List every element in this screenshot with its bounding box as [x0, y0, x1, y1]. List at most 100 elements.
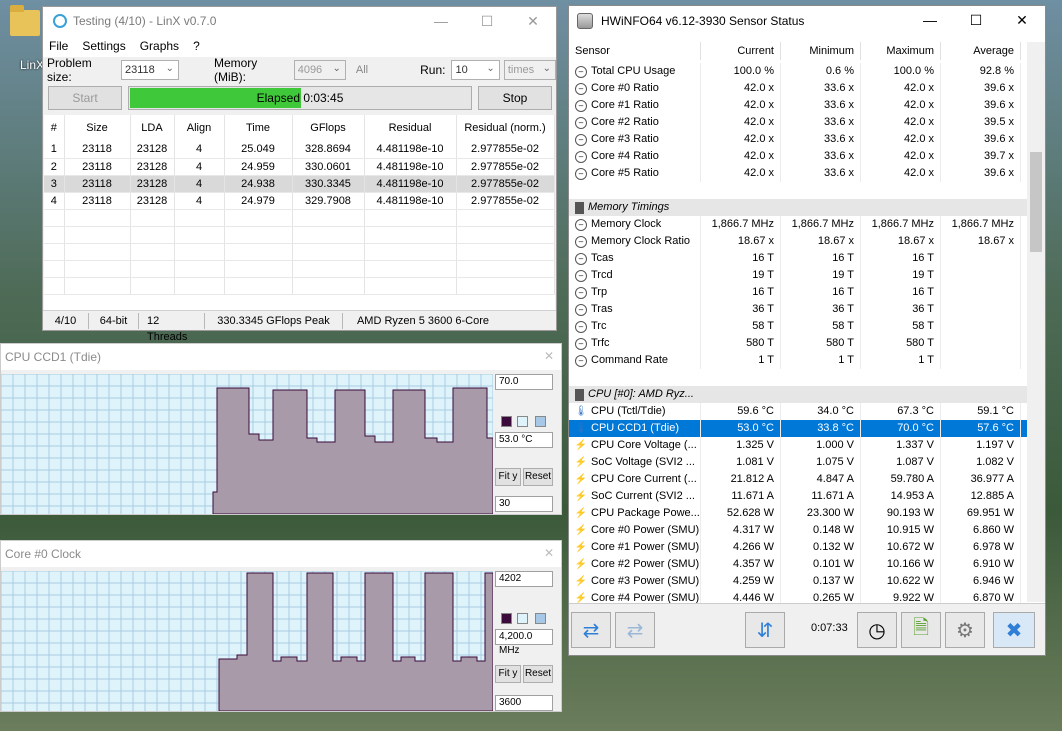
minimize-button[interactable]: — — [418, 7, 464, 35]
clock-icon[interactable]: ◷ — [857, 612, 897, 648]
gear-icon[interactable]: ⚙ — [945, 612, 985, 648]
sensor-row[interactable]: ⚡ Core #0 Power (SMU) 4.317 W 0.148 W 10.915… — [569, 522, 1027, 539]
sensor-row[interactable]: – Tcas 16 T 16 T 16 T — [569, 250, 1027, 267]
desktop-folder-icon[interactable]: LinX — [4, 5, 44, 72]
sensor-row[interactable]: ⚡ SoC Voltage (SVI2 ... 1.081 V 1.075 V 1.08… — [569, 454, 1027, 471]
background-color-swatch[interactable] — [517, 613, 528, 624]
sensor-row[interactable]: ⚡ Core #1 Power (SMU) 4.266 W 0.132 W 10.672… — [569, 539, 1027, 556]
sensor-row[interactable]: – Trp 16 T 16 T 16 T — [569, 284, 1027, 301]
graph-max-field[interactable]: 4202 — [495, 571, 553, 587]
table-row[interactable]: 4 23118 23128 4 24.979 329.7908 4.481198e-10 2.… — [44, 192, 555, 210]
sensor-row[interactable]: ⚡ CPU Core Current (... 21.812 A 4.847 A 59.… — [569, 471, 1027, 488]
table-row[interactable]: 3 23118 23128 4 24.938 330.3345 4.481198e-10 2.… — [44, 175, 555, 193]
close-icon[interactable]: ✖ — [993, 612, 1035, 648]
start-button[interactable]: Start — [48, 86, 122, 110]
sensor-row[interactable]: ⚡ CPU Package Powe... 52.628 W 23.300 W 90.1… — [569, 505, 1027, 522]
sensor-row[interactable]: ⚡ Core #3 Power (SMU) 4.259 W 0.137 W 10.622… — [569, 573, 1027, 590]
status-peak: 330.3345 GFlops Peak — [205, 312, 343, 329]
sensor-row[interactable]: – Memory Clock 1,866.7 MHz 1,866.7 MHz 1,866… — [569, 216, 1027, 233]
network-icon[interactable]: ⇵ — [745, 612, 785, 648]
sensor-row[interactable]: – Core #2 Ratio 42.0 x 33.6 x 42.0 x 39.5 x — [569, 114, 1027, 131]
memory-all-option[interactable]: All — [356, 64, 368, 76]
folder-icon — [10, 5, 40, 36]
col-align[interactable]: Align — [174, 115, 225, 141]
scrollbar-thumb[interactable] — [1030, 152, 1042, 252]
fit-y-button[interactable]: Fit y — [495, 468, 521, 486]
sensor-row[interactable]: – Total CPU Usage 100.0 % 0.6 % 100.0 % 92.8 … — [569, 63, 1027, 80]
col-lda[interactable]: LDA — [130, 115, 175, 141]
menu-settings[interactable]: Settings — [82, 39, 125, 53]
col-current[interactable]: Current — [701, 42, 781, 60]
col-time[interactable]: Time — [224, 115, 293, 141]
background-color-swatch[interactable] — [517, 416, 528, 427]
memory-select[interactable]: 4096 ⌄ — [293, 60, 346, 80]
sensor-row[interactable]: – Trcd 19 T 19 T 19 T — [569, 267, 1027, 284]
run-unit-select[interactable]: times ⌄ — [503, 60, 556, 80]
status-bitness: 64-bit — [89, 312, 139, 329]
sensor-row[interactable]: – Core #4 Ratio 42.0 x 33.6 x 42.0 x 39.7 x — [569, 148, 1027, 165]
close-icon[interactable]: ✕ — [541, 545, 557, 561]
navigate-arrows-icon[interactable]: ⇄ — [571, 612, 611, 648]
line-color-swatch[interactable] — [501, 416, 512, 427]
hwinfo-titlebar[interactable]: HWiNFO64 v6.12-3930 Sensor Status — ☐ ✕ — [569, 6, 1045, 36]
sensor-row[interactable]: – Memory Clock Ratio 18.67 x 18.67 x 18.67 x… — [569, 233, 1027, 250]
sensor-row[interactable]: – Core #3 Ratio 42.0 x 33.6 x 42.0 x 39.6 x — [569, 131, 1027, 148]
close-button[interactable]: ✕ — [510, 7, 556, 35]
sensor-row[interactable]: – Trfc 580 T 580 T 580 T — [569, 335, 1027, 352]
reset-button[interactable]: Reset — [523, 665, 553, 683]
sensor-row[interactable]: – Command Rate 1 T1 T1 T — [569, 352, 1027, 369]
problem-size-select[interactable]: 23118 ⌄ — [121, 60, 179, 80]
grid-color-swatch[interactable] — [535, 613, 546, 624]
sensor-row[interactable]: ⚡ SoC Current (SVI2 ... 11.671 A 11.671 A 14… — [569, 488, 1027, 505]
sensor-row[interactable]: ⚡ Core #4 Power (SMU) 4.446 W 0.265 W 9.922 … — [569, 590, 1027, 603]
navigate-arrows-alt-icon[interactable]: ⇄ — [615, 612, 655, 648]
maximize-button[interactable]: ☐ — [953, 6, 999, 34]
fit-y-button[interactable]: Fit y — [495, 665, 521, 683]
sensor-row[interactable]: ⚡ Core #2 Power (SMU) 4.357 W 0.101 W 10.166… — [569, 556, 1027, 573]
minimize-button[interactable]: — — [907, 6, 953, 34]
grid-color-swatch[interactable] — [535, 416, 546, 427]
linx-titlebar[interactable]: Testing (4/10) - LinX v0.7.0 — ☐ ✕ — [43, 7, 556, 35]
vertical-scrollbar[interactable] — [1027, 42, 1045, 602]
sensor-group-header[interactable]: CPU [#0]: AMD Ryz... — [569, 386, 1027, 403]
col-minimum[interactable]: Minimum — [781, 42, 861, 60]
col-sensor[interactable]: Sensor — [569, 42, 701, 60]
graph-max-field[interactable]: 70.0 — [495, 374, 553, 390]
reset-button[interactable]: Reset — [523, 468, 553, 486]
col-maximum[interactable]: Maximum — [861, 42, 941, 60]
close-button[interactable]: ✕ — [999, 6, 1045, 34]
menu-file[interactable]: File — [49, 39, 68, 53]
sensor-row[interactable]: ⚡ CPU Core Voltage (... 1.325 V 1.000 V 1.33… — [569, 437, 1027, 454]
graph-title-bar[interactable]: Core #0 Clock ✕ — [1, 541, 561, 567]
menu-help[interactable]: ? — [193, 39, 200, 53]
graph-title: Core #0 Clock — [5, 547, 82, 561]
close-icon[interactable]: ✕ — [541, 348, 557, 364]
sensor-group-header[interactable]: Memory Timings — [569, 199, 1027, 216]
sensor-row[interactable]: – Core #5 Ratio 42.0 x 33.6 x 42.0 x 39.6 x — [569, 165, 1027, 182]
maximize-button[interactable]: ☐ — [464, 7, 510, 35]
graph-title-bar[interactable]: CPU CCD1 (Tdie) ✕ — [1, 344, 561, 370]
line-color-swatch[interactable] — [501, 613, 512, 624]
table-row[interactable]: 2 23118 23128 4 24.959 330.0601 4.481198e-10 2.… — [44, 158, 555, 176]
col-size[interactable]: Size — [64, 115, 131, 141]
col-residual[interactable]: Residual — [364, 115, 457, 141]
run-count-select[interactable]: 10 ⌄ — [451, 60, 500, 80]
report-add-icon[interactable]: 🗎 — [901, 612, 941, 648]
col-average[interactable]: Average — [941, 42, 1021, 60]
sensor-row[interactable]: – Tras 36 T 36 T 36 T — [569, 301, 1027, 318]
menu-graphs[interactable]: Graphs — [140, 39, 179, 53]
graph-min-field[interactable]: 30 — [495, 496, 553, 512]
sensor-row[interactable]: – Core #0 Ratio 42.0 x 33.6 x 42.0 x 39.6 x — [569, 80, 1027, 97]
sensor-minimum: 23.300 W — [781, 505, 861, 522]
col-gflops[interactable]: GFlops — [292, 115, 365, 141]
table-cell: 23118 — [64, 175, 131, 193]
graph-min-field[interactable]: 3600 — [495, 695, 553, 711]
sensor-row[interactable]: – Core #1 Ratio 42.0 x 33.6 x 42.0 x 39.6 x — [569, 97, 1027, 114]
sensor-row[interactable]: 🌡 CPU CCD1 (Tdie) 53.0 °C 33.8 °C 70.0 °C 57.… — [569, 420, 1027, 437]
sensor-row[interactable]: 🌡 CPU (Tctl/Tdie) 59.6 °C 34.0 °C 67.3 °C 59.… — [569, 403, 1027, 420]
col-residual-norm[interactable]: Residual (norm.) — [456, 115, 555, 141]
table-row[interactable]: 1 23118 23128 4 25.049 328.8694 4.481198e-10 2.… — [44, 141, 555, 159]
col-index[interactable]: # — [44, 115, 65, 141]
stop-button[interactable]: Stop — [478, 86, 552, 110]
sensor-row[interactable]: – Trc 58 T 58 T 58 T — [569, 318, 1027, 335]
